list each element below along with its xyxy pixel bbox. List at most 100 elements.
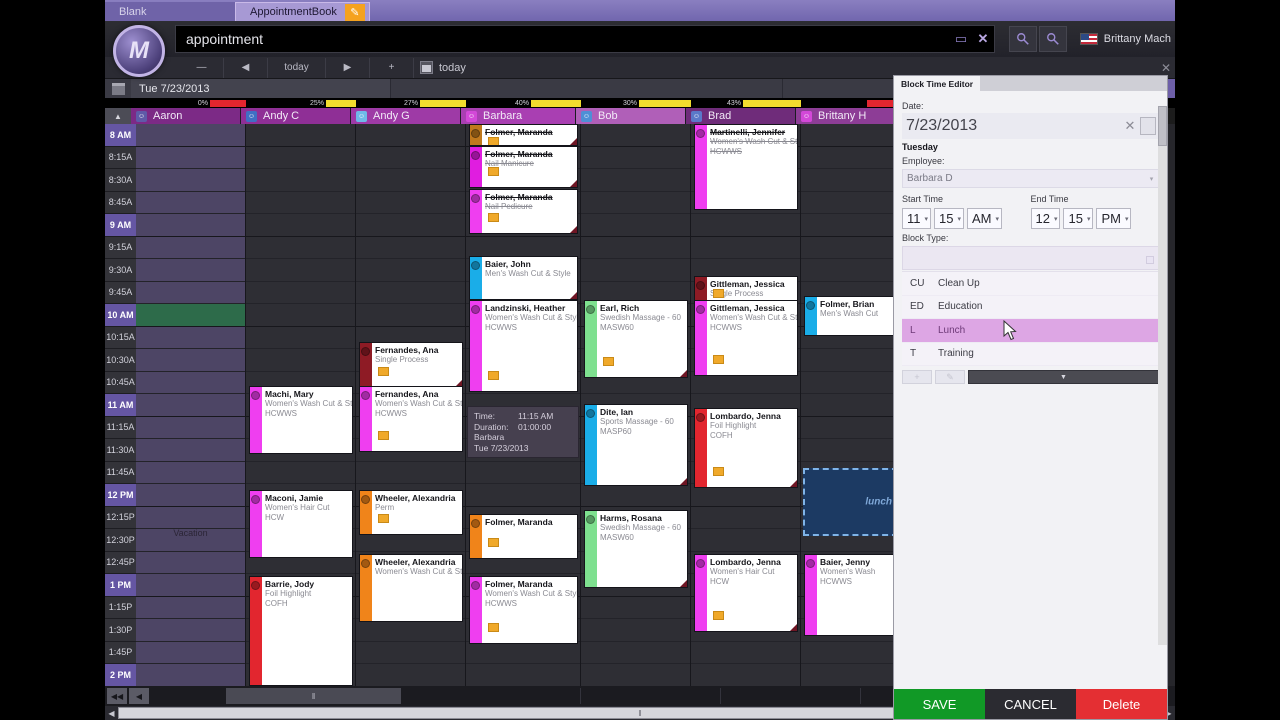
grid-row[interactable] xyxy=(691,529,800,552)
end-minute-stepper[interactable]: 15 ▾ xyxy=(1063,208,1094,229)
grid-row[interactable] xyxy=(801,642,900,664)
schedule-column-aaron[interactable]: Vacation xyxy=(136,124,246,709)
grid-row[interactable] xyxy=(136,124,245,147)
grid-row[interactable] xyxy=(356,462,465,484)
add-button[interactable]: + xyxy=(370,57,414,78)
appointment-card[interactable]: Landzinski, Heather Women's Wash Cut & St… xyxy=(469,300,578,392)
grid-row[interactable] xyxy=(246,282,355,304)
bte-vertical-scrollbar[interactable] xyxy=(1158,106,1167,645)
grid-row[interactable] xyxy=(356,169,465,192)
grid-row[interactable] xyxy=(246,192,355,214)
appointment-card[interactable]: Earl, Rich Swedish Massage - 60 MASW60 xyxy=(584,300,688,378)
product-chip-icon[interactable] xyxy=(488,371,499,380)
resize-corner-handle[interactable] xyxy=(680,580,687,587)
block-type-item-clean-up[interactable]: CU Clean Up xyxy=(902,272,1159,296)
date-clear-icon[interactable]: ✕ xyxy=(1120,118,1140,134)
page-thumb[interactable]: ‖ xyxy=(226,688,401,704)
date-field[interactable]: 7/23/2013 ✕ xyxy=(902,113,1159,139)
appointment-card[interactable]: Baier, John Men's Wash Cut & Style xyxy=(469,256,578,300)
product-chip-icon[interactable] xyxy=(378,367,389,376)
appointment-card[interactable]: Lombardo, Jenna Foil Highlight COFH xyxy=(694,408,798,488)
grid-row[interactable] xyxy=(801,349,900,372)
grid-row[interactable] xyxy=(246,147,355,169)
appointment-card[interactable]: Martinelli, Jennifer Women's Wash Cut & S… xyxy=(694,124,798,210)
product-chip-icon[interactable] xyxy=(488,137,499,145)
grid-row[interactable] xyxy=(581,214,690,237)
chevron-down-icon[interactable]: ▾ xyxy=(1125,215,1129,223)
product-chip-icon[interactable] xyxy=(603,357,614,366)
grid-row[interactable] xyxy=(246,169,355,192)
tab-appointmentbook[interactable]: AppointmentBook ✎ xyxy=(235,2,370,21)
appointment-card[interactable]: Gittleman, Jessica Women's Wash Cut & Sty… xyxy=(694,300,798,376)
grid-row[interactable] xyxy=(136,484,245,507)
block-type-item-lunch[interactable]: L Lunch xyxy=(902,319,1159,343)
employee-header-andy-c[interactable]: ☺ Andy C xyxy=(241,108,351,124)
grid-row[interactable] xyxy=(136,552,245,574)
start-meridiem-stepper[interactable]: AM ▾ xyxy=(967,208,1003,229)
appointment-card[interactable]: Harms, Rosana Swedish Massage - 60 MASW60 xyxy=(584,510,688,588)
grid-row[interactable] xyxy=(801,214,900,237)
grid-row[interactable] xyxy=(356,192,465,214)
search-bar[interactable]: ▭ ✕ xyxy=(175,25,995,53)
grid-row[interactable] xyxy=(246,237,355,259)
appointment-card[interactable]: Barrie, Jody Foil Highlight COFH xyxy=(249,576,353,686)
product-chip-icon[interactable] xyxy=(713,289,724,298)
appointment-card[interactable]: Dite, Ian Sports Massage - 60 MASP60 xyxy=(584,404,688,486)
bte-scroll-thumb[interactable] xyxy=(1158,106,1167,146)
appointment-card[interactable]: Folmer, Maranda xyxy=(469,124,578,146)
block-type-item-training[interactable]: T Training xyxy=(902,343,1159,366)
delete-button[interactable]: Delete xyxy=(1076,689,1167,719)
save-button[interactable]: SAVE xyxy=(894,689,985,719)
lunch-block-selection[interactable]: lunch xyxy=(803,468,898,536)
grid-row[interactable] xyxy=(136,394,245,417)
grid-row[interactable] xyxy=(801,237,900,259)
grid-row[interactable] xyxy=(691,214,800,237)
start-minute-stepper[interactable]: 15 ▾ xyxy=(934,208,964,229)
search-input[interactable] xyxy=(176,31,950,47)
grid-row[interactable] xyxy=(581,169,690,192)
grid-row[interactable] xyxy=(136,507,245,529)
chevron-down-icon[interactable]: ▾ xyxy=(1087,215,1091,223)
grid-row[interactable] xyxy=(356,642,465,664)
appointment-card[interactable]: Fernandes, Ana Women's Wash Cut & Style HC… xyxy=(359,386,463,452)
grid-row[interactable] xyxy=(136,439,245,462)
grid-row[interactable] xyxy=(581,642,690,664)
grid-row[interactable] xyxy=(801,664,900,687)
grid-row[interactable] xyxy=(581,259,690,282)
appointment-card[interactable]: Machi, Mary Women's Wash Cut & Style HCWWS xyxy=(249,386,353,454)
scroll-left-arrow[interactable]: ◀ xyxy=(105,709,118,718)
grid-row[interactable] xyxy=(246,462,355,484)
grid-row[interactable] xyxy=(136,462,245,484)
grid-row[interactable] xyxy=(801,372,900,394)
grid-row[interactable] xyxy=(801,147,900,169)
appointment-card[interactable]: Lombardo, Jenna Women's Hair Cut HCW xyxy=(694,554,798,632)
product-chip-icon[interactable] xyxy=(488,538,499,547)
employee-scroll-up-left[interactable]: ▲ xyxy=(105,108,131,124)
grid-row[interactable] xyxy=(466,462,580,484)
grid-row[interactable] xyxy=(136,327,245,349)
appointment-card[interactable]: Folmer, Brian Men's Wash Cut xyxy=(804,296,898,336)
today-indicator[interactable]: today xyxy=(420,61,466,74)
first-page-button[interactable]: ◀◀ xyxy=(107,688,127,704)
employee-header-bob[interactable]: ☺ Bob xyxy=(576,108,686,124)
chevron-down-icon[interactable]: ▾ xyxy=(1145,175,1158,183)
pencil-icon[interactable]: ✎ xyxy=(344,3,365,21)
employee-header-brittany-h[interactable]: ☺ Brittany H xyxy=(796,108,896,124)
magnifier-icon-a[interactable] xyxy=(1009,26,1037,52)
grid-row[interactable] xyxy=(136,147,245,169)
bte-tab-title[interactable]: Block Time Editor xyxy=(894,76,981,91)
product-chip-icon[interactable] xyxy=(488,213,499,222)
grid-row[interactable] xyxy=(136,214,245,237)
employee-header-barbara[interactable]: ☺ Barbara xyxy=(461,108,576,124)
grid-row[interactable] xyxy=(691,664,800,687)
grid-row[interactable] xyxy=(356,282,465,304)
product-chip-icon[interactable] xyxy=(378,431,389,440)
grid-row[interactable] xyxy=(356,664,465,687)
grid-row[interactable] xyxy=(581,597,690,619)
product-chip-icon[interactable] xyxy=(488,623,499,632)
grid-row[interactable] xyxy=(581,664,690,687)
chevron-down-icon[interactable]: ▾ xyxy=(996,215,1000,223)
grid-row[interactable] xyxy=(246,214,355,237)
grid-row[interactable] xyxy=(801,439,900,462)
grid-row[interactable] xyxy=(136,349,245,372)
